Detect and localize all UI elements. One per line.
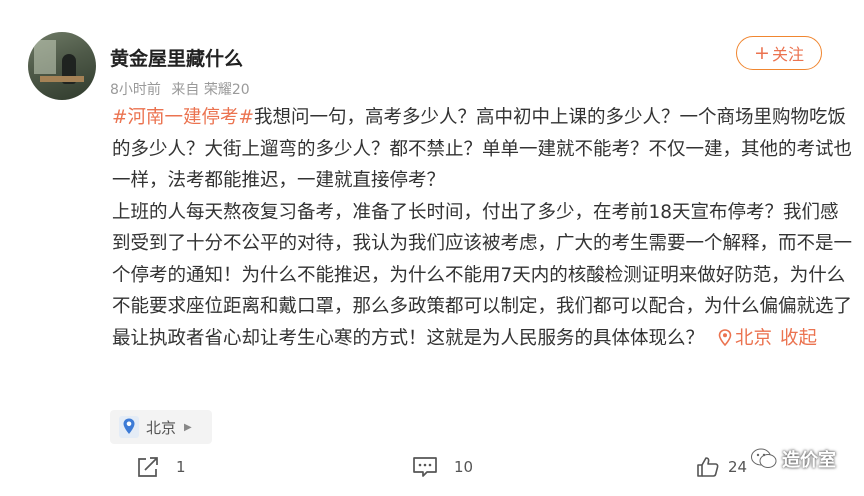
comment-count: 10 (454, 458, 474, 476)
user-avatar[interactable] (28, 32, 96, 100)
watermark-text: 造价室 (782, 450, 836, 471)
avatar-table-shape (40, 76, 84, 82)
follow-button[interactable]: + 关注 (736, 36, 822, 70)
post-paragraph-2: 上班的人每天熬夜复习备考，准备了长时间，付出了多少，在考前18天宣布停考？我们感… (112, 197, 852, 355)
action-bar: 1 10 24 (0, 456, 864, 486)
post-source: 来自 荣耀20 (171, 82, 250, 98)
user-name[interactable]: 黄金屋里藏什么 (110, 44, 243, 71)
wechat-watermark-icon (751, 448, 777, 468)
topic-link[interactable]: #河南一建停考# (112, 107, 254, 128)
location-card[interactable]: 北京 ▶ (110, 410, 212, 444)
like-count: 24 (728, 458, 748, 476)
follow-plus-icon: + (754, 41, 770, 64)
location-link[interactable]: 北京 (718, 328, 772, 349)
map-pin-icon (718, 328, 732, 346)
post-meta: 8小时前 来自 荣耀20 (110, 79, 250, 99)
comment-icon (413, 457, 437, 477)
post-paragraph-1: #河南一建停考#我想问一句，高考多少人？高中初中上课的多少人？一个商场里购物吃饭… (112, 102, 852, 197)
like-icon (697, 457, 719, 477)
repost-icon (138, 457, 158, 477)
repost-button[interactable]: 1 (136, 456, 186, 478)
chevron-right-icon: ▶ (184, 421, 192, 433)
post-time: 8小时前 (110, 82, 161, 98)
avatar-window-shape (34, 40, 56, 74)
location-card-label: 北京 (146, 418, 177, 437)
like-button[interactable]: 24 (696, 456, 747, 478)
watermark: 造价室 (750, 446, 836, 472)
location-marker-icon (119, 416, 139, 438)
repost-count: 1 (176, 458, 186, 476)
collapse-link[interactable]: 收起 (780, 328, 817, 349)
post-text-2: 上班的人每天熬夜复习备考，准备了长时间，付出了多少，在考前18天宣布停考？我们感… (112, 201, 853, 349)
comment-button[interactable]: 10 (412, 456, 473, 478)
location-link-text: 北京 (735, 327, 773, 349)
follow-label: 关注 (771, 45, 804, 64)
post-body: #河南一建停考#我想问一句，高考多少人？高中初中上课的多少人？一个商场里购物吃饭… (112, 102, 852, 354)
